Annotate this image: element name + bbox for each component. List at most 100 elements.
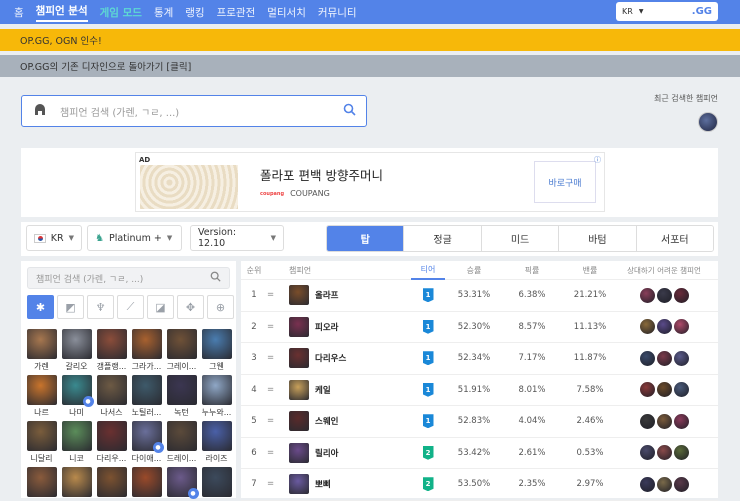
counter-champion-portrait[interactable] [673,287,689,303]
champion-portrait[interactable] [201,421,232,451]
role-filter-button[interactable]: ◩ [57,295,84,319]
champion-tile[interactable]: 니코 [60,421,93,464]
notice-banner-classic-design[interactable]: OP.GG의 기존 디자인으로 돌아가기 [클릭] [0,55,740,77]
champion-tile[interactable]: 드레이... [165,421,198,464]
recent-champion-avatar[interactable] [698,112,718,132]
counter-champion-portrait[interactable] [656,413,672,429]
nav-item-6[interactable]: 멀티서치 [267,5,306,20]
champion-tile[interactable]: 갈리오 [60,329,93,372]
counter-champion-portrait[interactable] [639,445,655,461]
table-row[interactable]: 5 = 스웨인 1 52.83% 4.04% 2.46% [241,406,718,438]
opgg-logo[interactable]: .GG [692,6,712,17]
ad-product-image[interactable] [140,165,238,209]
champion-tile[interactable] [200,467,233,499]
search-icon[interactable] [343,103,356,119]
champion-portrait[interactable] [26,375,57,405]
nav-region-select[interactable]: KR ▼ [622,7,643,16]
champion-tile[interactable]: ● 다이애... [130,421,164,464]
champion-portrait[interactable] [61,329,92,359]
champion-portrait[interactable]: ● [131,421,164,453]
nav-item-1[interactable]: 챔피언 분석 [35,3,88,22]
champion-tile[interactable]: 가렌 [25,329,58,372]
champion-tile[interactable] [130,467,163,499]
version-select[interactable]: Version: 12.10 ▼ [190,225,284,251]
champion-portrait[interactable] [166,375,197,405]
tab-position-2[interactable]: 미드 [481,226,560,251]
nav-item-3[interactable]: 통계 [154,5,173,20]
champion-name[interactable]: 피오라 [315,321,338,333]
ad-content[interactable]: AD 폴라포 편백 방향주머니 coupang COUPANG 바로구매 ⓘ [135,152,605,212]
champion-cell[interactable]: 피오라 [289,316,411,337]
ad-buy-button[interactable]: 바로구매 [534,161,596,203]
champion-filter-input[interactable]: 챔피언 검색 (가렌, ㄱㄹ, ...) [27,267,230,289]
search-icon[interactable] [210,271,221,285]
nav-item-5[interactable]: 프로관전 [217,5,256,20]
champion-portrait[interactable] [96,329,127,359]
tab-position-0[interactable]: 탑 [327,226,405,251]
champion-tile[interactable]: ● 나미 [60,375,94,418]
header-tier[interactable]: 티어 [411,261,445,280]
champion-filter-placeholder[interactable]: 챔피언 검색 (가렌, ㄱㄹ, ...) [36,272,143,285]
header-ban-rate[interactable]: 밴률 [561,265,619,276]
counter-champion-portrait[interactable] [673,382,689,398]
champion-name[interactable]: 릴리아 [315,447,338,459]
counter-champion-portrait[interactable] [639,319,655,335]
tab-position-1[interactable]: 정글 [404,226,482,251]
counter-champion-portrait[interactable] [656,319,672,335]
tier-select[interactable]: ♞ Platinum + ▼ [87,225,182,251]
ad-title[interactable]: 폴라포 편백 방향주머니 [260,165,383,184]
champion-name[interactable]: 스웨인 [315,415,338,427]
nav-item-2[interactable]: 게임 모드 [100,5,142,20]
table-row[interactable]: 6 = 릴리아 2 53.42% 2.61% 0.53% [241,438,718,469]
counter-champion-portrait[interactable] [639,476,655,492]
nav-item-7[interactable]: 커뮤니티 [318,5,357,20]
champion-search-placeholder[interactable]: 챔피언 검색 (가렌, ㄱㄹ, ...) [60,104,343,119]
role-filter-button[interactable]: ⟋ [117,295,144,319]
table-row[interactable]: 7 = 뽀삐 2 53.50% 2.35% 2.97% [241,469,718,501]
champion-portrait[interactable] [289,348,309,369]
champion-portrait[interactable] [96,467,127,497]
table-row[interactable]: 1 = 올라프 1 53.31% 6.38% 21.21% [241,280,718,312]
champion-portrait[interactable] [26,421,57,451]
champion-search-bar[interactable]: 챔피언 검색 (가렌, ㄱㄹ, ...) [21,95,367,127]
champion-portrait[interactable] [26,467,57,497]
champion-portrait[interactable] [289,285,309,306]
champion-cell[interactable]: 릴리아 [289,442,411,463]
champion-cell[interactable]: 스웨인 [289,411,411,432]
champion-name[interactable]: 올라프 [315,289,338,301]
tab-position-3[interactable]: 바텀 [559,226,637,251]
champion-tile[interactable]: 니달리 [25,421,58,464]
champion-name[interactable]: 케일 [315,384,331,396]
header-rank[interactable]: 순위 [241,265,267,276]
nav-item-0[interactable]: 홈 [14,5,24,20]
counter-champion-portrait[interactable] [656,382,672,398]
notice-banner-acquisition[interactable]: OP.GG, OGN 인수! [0,29,740,51]
counter-champion-portrait[interactable] [656,287,672,303]
champion-cell[interactable]: 뽀삐 [289,474,411,495]
counter-champion-portrait[interactable] [673,350,689,366]
champion-portrait[interactable] [166,421,197,451]
champion-portrait[interactable] [289,474,309,495]
role-filter-button[interactable]: ✱ [27,295,54,319]
counter-champion-portrait[interactable] [639,413,655,429]
champion-portrait[interactable] [289,411,309,432]
counter-champion-portrait[interactable] [673,319,689,335]
champion-tile[interactable] [25,467,58,499]
nav-item-4[interactable]: 랭킹 [185,5,204,20]
region-select[interactable]: KR ▼ [26,225,82,251]
champion-portrait[interactable] [61,421,92,451]
counter-champion-portrait[interactable] [639,382,655,398]
champion-portrait[interactable] [96,421,127,451]
champion-portrait[interactable]: ● [166,467,199,499]
champion-portrait[interactable] [289,442,309,463]
counter-champion-portrait[interactable] [639,287,655,303]
header-win-rate[interactable]: 승률 [445,265,503,276]
champion-tile[interactable]: 녹턴 [165,375,198,418]
counter-champion-portrait[interactable] [673,476,689,492]
champion-tile[interactable]: 라이즈 [200,421,233,464]
champion-portrait[interactable] [131,467,162,497]
champion-tile[interactable]: 노틸러... [130,375,163,418]
champion-name[interactable]: 뽀삐 [315,478,331,490]
champion-tile[interactable]: 갱플랭... [95,329,128,372]
champion-cell[interactable]: 케일 [289,379,411,400]
